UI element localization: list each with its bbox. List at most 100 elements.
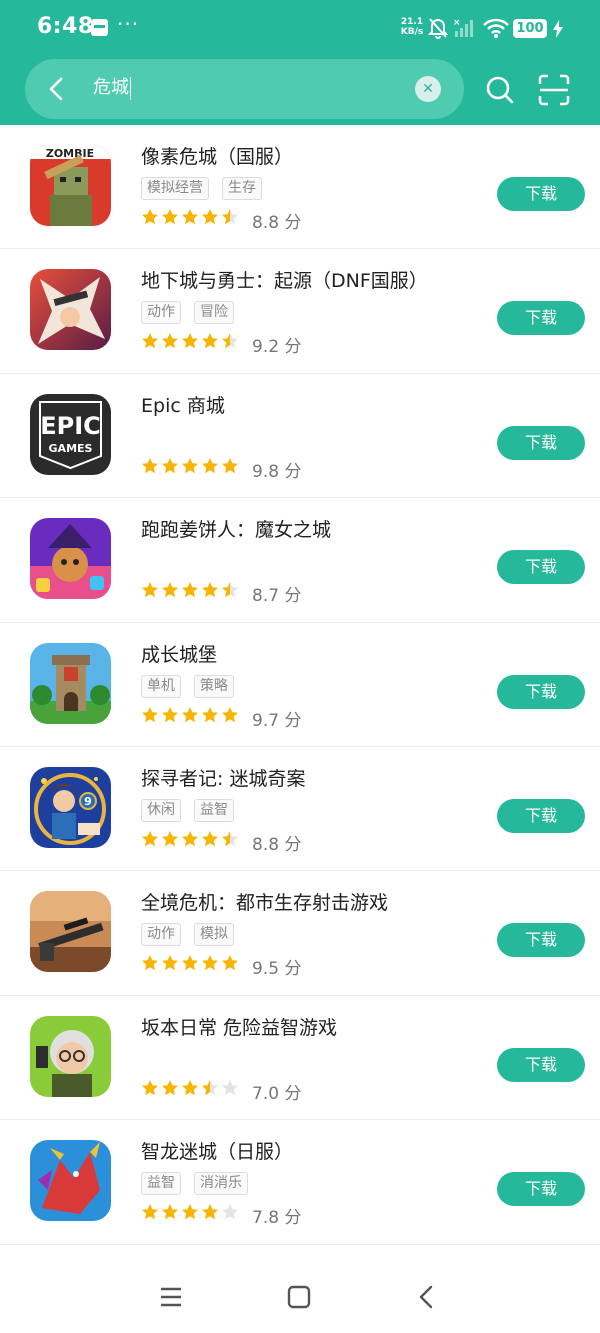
star-icon [222,333,238,349]
search-icon[interactable] [484,74,516,106]
back-arrow-icon[interactable] [45,76,69,102]
app-header: 6:48 ··· 21.1 KB/s × 100 危城 ✕ [0,0,600,125]
search-bar[interactable]: 危城 ✕ [25,59,464,119]
star-icon [182,706,198,722]
result-row[interactable]: 坂本日常 危险益智游戏 7.0 分 下载 [0,996,600,1121]
sakamoto-granny-icon[interactable] [30,1015,111,1097]
star-icon [162,830,178,847]
rating-score: 7.8 分 [252,1208,302,1229]
result-row[interactable]: ZOMBIE 像素危城（国服） 模拟经营 生存 8.8 分 下载 [0,125,600,250]
epic-games-icon[interactable]: EPIC GAMES [30,393,111,475]
clear-search-button[interactable]: ✕ [415,76,441,102]
download-button[interactable]: 下载 [497,923,585,958]
star-icon [222,457,238,473]
app-title[interactable]: 跑跑姜饼人：魔女之城 [141,515,331,542]
star-icon [222,582,238,598]
star-icon [182,1204,198,1220]
tag-list: 模拟经营 生存 [141,177,275,200]
result-row[interactable]: 智龙迷城（日服） 益智 消消乐 7.8 分 下载 [0,1120,600,1245]
result-row[interactable]: 全境危机：都市生存射击游戏 动作 模拟 9.5 分 下载 [0,871,600,996]
star-icon [142,209,158,225]
app-title[interactable]: 全境危机：都市生存射击游戏 [141,888,388,915]
rating-score: 9.7 分 [252,710,302,731]
status-bar: 6:48 ··· 21.1 KB/s × 100 [0,0,600,58]
category-tag: 单机 [141,674,181,698]
star-icon [162,1079,178,1095]
network-speed-value: 21.1 [400,17,424,27]
app-title[interactable]: 地下城与勇士：起源（DNF国服） [141,266,428,293]
star-icon [182,955,198,971]
category-tag: 益智 [141,1172,181,1196]
rating-score: 7.0 分 [252,1083,302,1104]
cookie-witch-icon[interactable] [30,518,111,600]
zombie-pixel-icon[interactable]: ZOMBIE [30,145,111,226]
app-title[interactable]: 探寻者记: 迷城奇案 [141,764,305,791]
star-icon [182,333,198,349]
star-icon [202,457,218,473]
tag-list: 单机 策略 [141,674,247,698]
scan-icon[interactable] [537,73,571,107]
dnf-hero-icon[interactable] [30,269,111,351]
star-icon [182,1079,198,1095]
star-icon [202,706,218,722]
star-icon [182,582,198,598]
result-row[interactable]: 成长城堡 单机 策略 9.7 分下载 [0,623,600,747]
tag-list: 益智 消消乐 [141,1172,261,1196]
star-icon [182,457,198,473]
menu-icon[interactable] [158,1284,184,1310]
star-icon [222,706,238,722]
star-icon [142,457,158,473]
result-row[interactable]: 9 探寻者记: 迷城奇案 休闲 益智 8.8 分 下载 [0,747,600,872]
download-button[interactable]: 下载 [497,425,585,460]
home-icon[interactable] [286,1284,312,1310]
svg-text:9: 9 [84,795,92,808]
download-button[interactable]: 下载 [497,301,585,336]
app-title[interactable]: 成长城堡 [141,640,217,667]
star-icon [202,1079,218,1095]
download-button[interactable]: 下载 [497,1047,585,1082]
rating-score: 9.5 分 [252,959,302,980]
result-row[interactable]: 地下城与勇士：起源（DNF国服） 动作 冒险 9.2 分下载 [0,249,600,374]
signal-icon: × [453,18,473,37]
rating-score: 8.7 分 [252,586,302,607]
rating-score: 8.8 分 [252,213,302,233]
star-icon [202,830,218,847]
download-button[interactable]: 下载 [497,674,585,709]
app-title[interactable]: Epic 商城 [141,391,225,418]
epic-logo-subtext: GAMES [49,442,93,455]
star-icon [142,333,158,349]
star-icon [162,1204,178,1220]
result-row[interactable]: EPIC GAMES Epic 商城 9.8 分 下载 [0,374,600,499]
app-title[interactable]: 像素危城（国服） [141,142,293,169]
network-speed-unit: KB/s [400,27,424,37]
star-icon [142,1079,158,1095]
seeker-woman-icon[interactable]: 9 [30,766,111,848]
result-row[interactable]: 跑跑姜饼人：魔女之城 8.7 分 下载 [0,498,600,623]
category-tag: 休闲 [141,798,181,822]
category-tag: 策略 [194,674,234,698]
rating-score: 8.8 分 [252,834,302,855]
nav-back-icon[interactable] [414,1284,440,1310]
category-tag: 模拟经营 [141,177,209,200]
download-button[interactable]: 下载 [497,177,585,211]
download-button[interactable]: 下载 [497,550,585,585]
download-button[interactable]: 下载 [497,1172,585,1207]
status-time: 6:48 [37,14,94,39]
tag-list: 动作 模拟 [141,923,247,947]
castle-tower-icon[interactable] [30,642,111,724]
category-tag: 动作 [141,923,181,947]
app-title[interactable]: 坂本日常 危险益智游戏 [141,1013,337,1040]
search-input[interactable]: 危城 [93,77,131,100]
category-tag: 益智 [194,798,234,822]
app-title[interactable]: 智龙迷城（日服） [141,1137,293,1164]
download-button[interactable]: 下载 [497,798,585,833]
star-icon [162,209,178,225]
star-icon [202,333,218,349]
svg-text:ZOMBIE: ZOMBIE [46,147,94,160]
puzzle-dragon-icon[interactable] [30,1140,111,1222]
battery-level: 100 [513,19,547,38]
sniper-rifle-icon[interactable] [30,891,111,973]
star-icon [202,582,218,598]
wifi-icon [483,18,509,38]
more-notifications-icon: ··· [117,12,140,36]
